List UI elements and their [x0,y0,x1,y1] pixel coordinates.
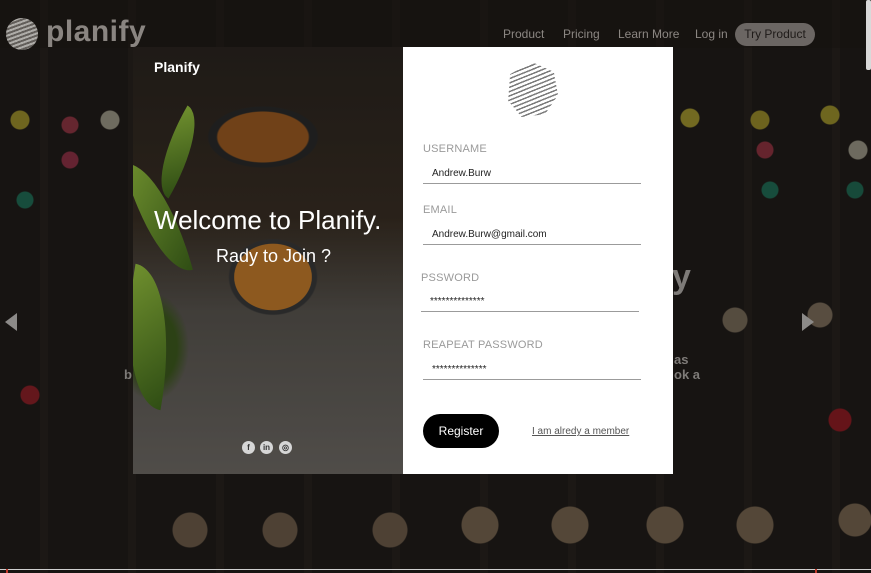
username-label: USERNAME [423,143,487,155]
try-product-button[interactable]: Try Product [735,23,815,46]
modal-brand: Planify [154,59,200,75]
password-field[interactable] [421,292,639,312]
nav-log-in[interactable]: Log in [695,27,728,41]
welcome-heading: Welcome to Planify. [154,205,382,235]
divider [0,569,871,570]
email-field[interactable] [423,225,641,245]
top-navigation: planify Product Pricing Learn More Log i… [0,0,871,50]
planify-logo-icon[interactable] [6,18,38,50]
plant-leaf [133,263,185,411]
planify-logo-icon [508,62,558,117]
carousel-next-icon[interactable] [802,313,814,331]
email-label: EMAIL [423,204,458,216]
instagram-icon[interactable]: ◎ [279,441,292,454]
background-text-fragment: as [674,352,689,367]
signup-modal: Planify Welcome to Planify. Rady to Join… [133,47,673,474]
repeat-password-field[interactable] [423,360,641,380]
username-field[interactable] [423,164,641,184]
welcome-subtitle: Rady to Join ? [216,246,332,266]
repeat-password-label: REAPEAT PASSWORD [423,339,543,351]
page-background: planify Product Pricing Learn More Log i… [0,0,871,573]
facebook-icon[interactable]: f [242,441,255,454]
drum-kit-photo: Planify Welcome to Planify. Rady to Join… [133,47,403,474]
divider [6,569,8,573]
register-button[interactable]: Register [423,414,499,448]
linkedin-icon[interactable]: in [260,441,273,454]
already-member-link[interactable]: I am alredy a member [532,426,629,437]
signup-form: USERNAME EMAIL PSSWORD REAPEAT PASSWORD … [403,47,673,474]
nav-learn-more[interactable]: Learn More [618,27,679,41]
nav-pricing[interactable]: Pricing [563,27,600,41]
background-text-fragment: ok a [674,367,701,382]
brand-name[interactable]: planify [46,15,146,49]
divider [815,569,817,573]
background-heading-fragment: y [672,258,691,296]
carousel-prev-icon[interactable] [5,313,17,331]
scrollbar[interactable] [866,0,871,70]
nav-product[interactable]: Product [503,27,544,41]
background-text-fragment: b [124,367,132,382]
password-label: PSSWORD [421,272,480,284]
